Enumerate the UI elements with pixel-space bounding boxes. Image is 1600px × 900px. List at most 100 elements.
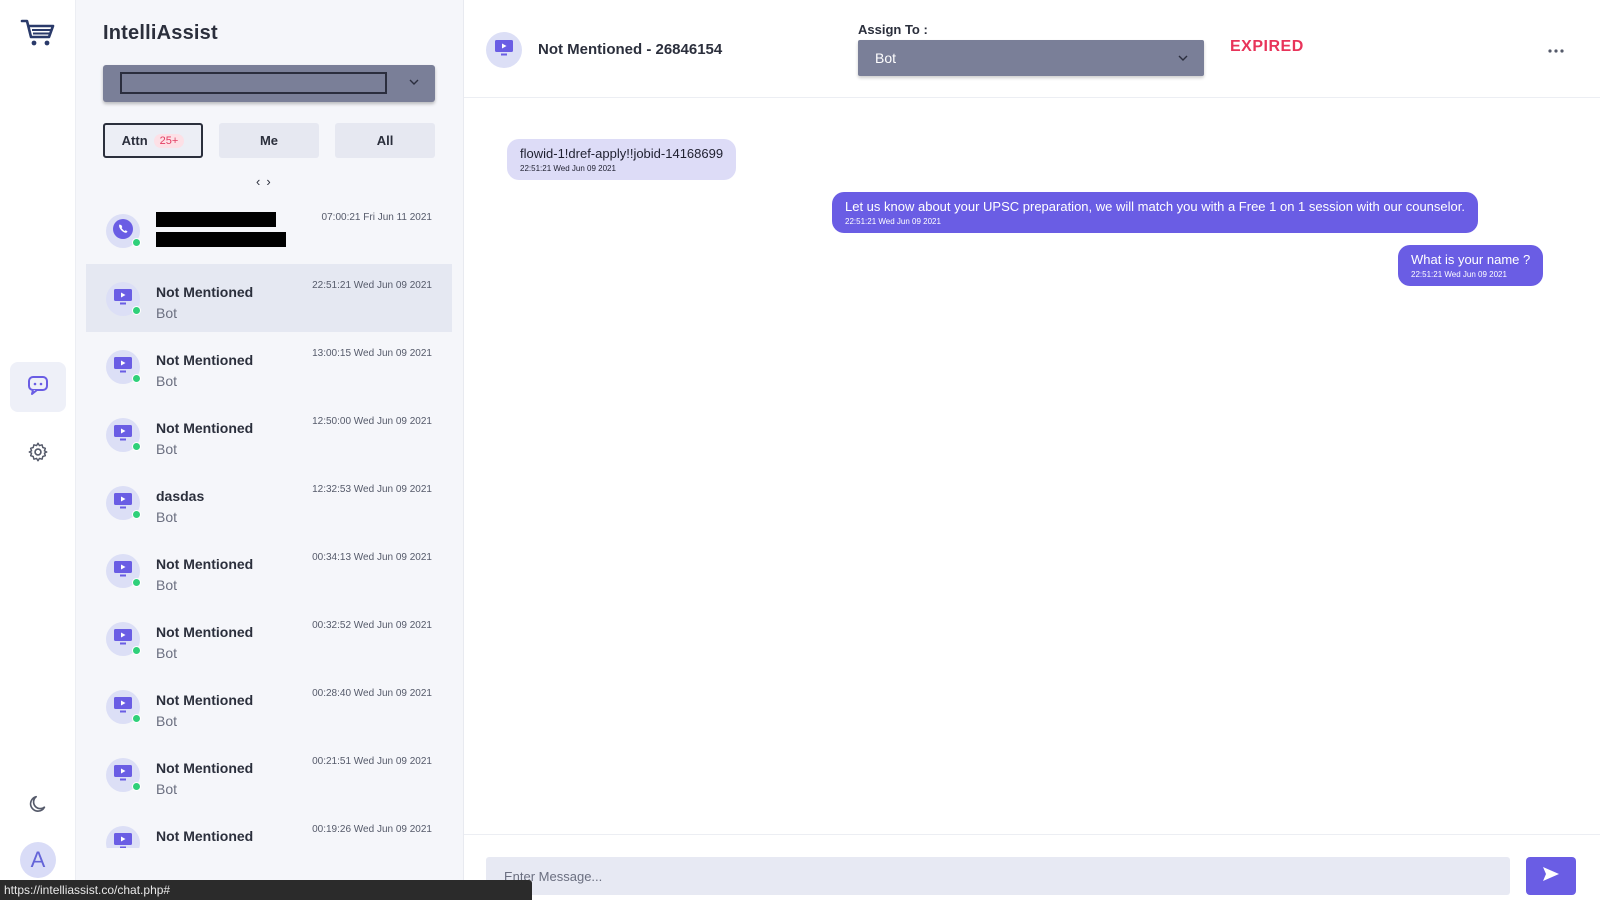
conversation-assignee: Bot [156,781,178,797]
conversation-list: 07:00:21 Fri Jun 11 2021 Not Mentioned Bot… [86,196,452,848]
conversation-name: Not Mentioned [156,420,254,436]
conversation-item[interactable]: Not Mentioned Bot 00:28:40 Wed Jun 09 2021 [86,672,452,740]
web-chat-icon [113,288,133,311]
web-chat-icon [113,764,133,787]
theme-toggle-button[interactable] [22,790,54,822]
redacted-subtitle [156,232,286,247]
web-chat-icon [113,832,133,848]
conversation-item[interactable]: Not Mentioned Bot 13:00:15 Wed Jun 09 2021 [86,332,452,400]
cart-logo-icon[interactable] [20,18,56,48]
filter-select[interactable] [103,65,435,102]
message-time: 22:51:21 Wed Jun 09 2021 [845,217,941,226]
web-chat-icon [113,492,133,515]
conversation-name: dasdas [156,488,205,504]
conversation-name: Not Mentioned [156,556,254,572]
web-chat-icon [113,560,133,583]
settings-nav-button[interactable] [22,438,54,470]
conversation-time: 07:00:21 Fri Jun 11 2021 [321,212,432,223]
whatsapp-icon [112,218,134,245]
conversation-item[interactable]: Not Mentioned Bot 12:50:00 Wed Jun 09 2021 [86,400,452,468]
conversation-name: Not Mentioned [156,760,254,776]
message-input[interactable] [486,857,1510,895]
assign-select[interactable]: Bot [858,40,1204,76]
web-chat-icon [113,424,133,447]
conversation-item[interactable]: Not MentionedBot00:19:26 Wed Jun 09 2021 [86,808,452,848]
conversation-name: Not Mentioned [156,352,254,368]
conversation-time: 00:19:26 Wed Jun 09 2021 [312,824,432,835]
conversation-assignee: Bot [156,305,178,321]
conversation-time: 00:32:52 Wed Jun 09 2021 [312,620,432,631]
message-time: 22:51:21 Wed Jun 09 2021 [520,164,616,173]
left-rail: A [0,0,76,900]
chat-nav-button[interactable] [10,362,66,412]
web-chat-icon [494,39,514,62]
conversation-time: 13:00:15 Wed Jun 09 2021 [312,348,432,359]
conversation-assignee: Bot [156,509,178,525]
conversation-name: Not Mentioned [156,284,254,300]
contact-avatar [486,32,522,68]
pager-prev-button[interactable]: ‹ [256,174,266,189]
conversation-time: 00:34:13 Wed Jun 09 2021 [312,552,432,563]
message-text: Let us know about your UPSC preparation,… [845,199,1465,214]
status-bar-url: https://intelliassist.co/chat.php# [0,880,532,900]
online-indicator [132,442,141,451]
status-badge: EXPIRED [1230,38,1304,55]
conversation-item[interactable]: dasdas Bot 12:32:53 Wed Jun 09 2021 [86,468,452,536]
tab-me[interactable]: Me [219,123,319,158]
gear-icon [27,441,49,468]
user-avatar[interactable]: A [20,842,56,878]
online-indicator [132,714,141,723]
conversation-assignee: Bot [156,373,178,389]
tab-attn[interactable]: Attn 25+ [103,123,203,158]
conversation-assignee: Bot [156,441,178,457]
conversation-name: Not Mentioned [156,692,254,708]
message-composer [464,834,1600,900]
assign-select-value: Bot [875,50,897,66]
online-indicator [132,646,141,655]
redacted-name [156,212,276,227]
send-icon [1542,866,1560,887]
more-options-button[interactable] [1544,40,1568,60]
conversation-item[interactable]: Not Mentioned Bot 22:51:21 Wed Jun 09 2021 [86,264,452,332]
message-list: flowid-1!dref-apply!!jobid-14168699 22:5… [464,99,1600,834]
tab-attn-label: Attn [121,133,148,148]
pager: ‹› [256,174,277,189]
chevron-down-icon [1176,51,1190,65]
brand-title: IntelliAssist [103,22,218,44]
message-time: 22:51:21 Wed Jun 09 2021 [1411,270,1507,279]
conversation-avatar [106,826,140,848]
online-indicator [132,306,141,315]
conversation-name: Not Mentioned [156,828,254,844]
pager-next-button[interactable]: › [266,174,276,189]
conversation-item[interactable]: Not Mentioned Bot 00:21:51 Wed Jun 09 2021 [86,740,452,808]
send-button[interactable] [1526,857,1576,895]
online-indicator [132,578,141,587]
online-indicator [132,238,141,247]
tab-all[interactable]: All [335,123,435,158]
chat-icon [27,375,49,400]
conversation-time: 22:51:21 Wed Jun 09 2021 [312,280,432,291]
online-indicator [132,510,141,519]
conversation-name: Not Mentioned [156,624,254,640]
web-chat-icon [113,356,133,379]
chat-title: Not Mentioned - 26846154 [538,41,723,58]
message-bubble: flowid-1!dref-apply!!jobid-14168699 22:5… [507,139,737,180]
online-indicator [132,782,141,791]
conversation-item[interactable]: Not Mentioned Bot 00:32:52 Wed Jun 09 2021 [86,604,452,672]
conversation-assignee: Bot [156,713,178,729]
filter-select-field[interactable] [120,72,387,94]
conversation-list-panel: IntelliAssist Attn 25+ Me All ‹› 07:00:2… [76,0,464,900]
moon-icon [27,793,49,820]
chevron-down-icon [407,75,421,89]
message-text: flowid-1!dref-apply!!jobid-14168699 [520,146,724,161]
online-indicator [132,374,141,383]
app-root: A IntelliAssist Attn 25+ Me All ‹› 07:00… [0,0,1600,900]
conversation-item[interactable]: 07:00:21 Fri Jun 11 2021 [86,196,452,264]
web-chat-icon [113,696,133,719]
conversation-assignee: Bot [156,577,178,593]
conversation-item[interactable]: Not Mentioned Bot 00:34:13 Wed Jun 09 2021 [86,536,452,604]
message-text: What is your name ? [1411,252,1531,267]
conversation-time: 12:32:53 Wed Jun 09 2021 [312,484,432,495]
message-bubble: Let us know about your UPSC preparation,… [832,192,1478,233]
conversation-time: 12:50:00 Wed Jun 09 2021 [312,416,432,427]
